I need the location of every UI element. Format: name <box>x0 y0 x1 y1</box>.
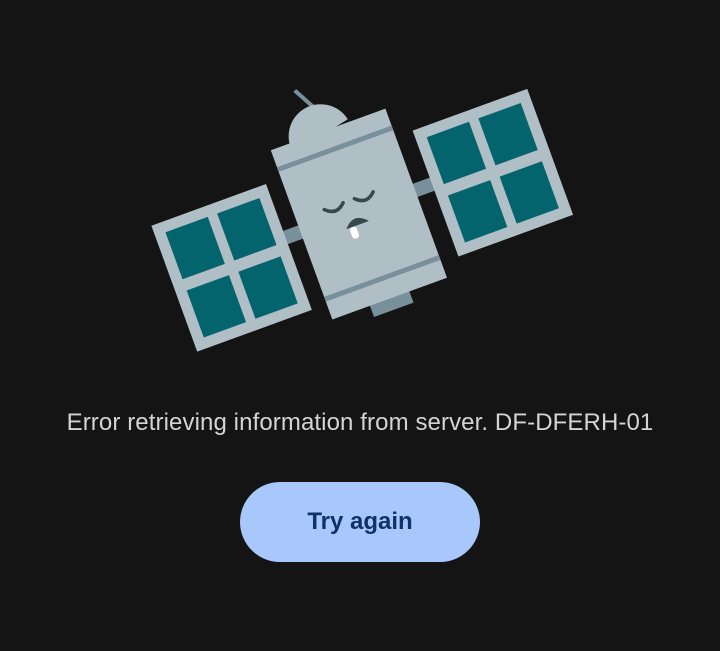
right-solar-panel <box>412 88 574 257</box>
error-screen: Error retrieving information from server… <box>0 0 720 651</box>
try-again-button[interactable]: Try again <box>240 482 480 562</box>
left-solar-panel <box>151 183 312 352</box>
sleeping-satellite-icon <box>151 88 574 352</box>
error-message: Error retrieving information from server… <box>66 409 654 436</box>
